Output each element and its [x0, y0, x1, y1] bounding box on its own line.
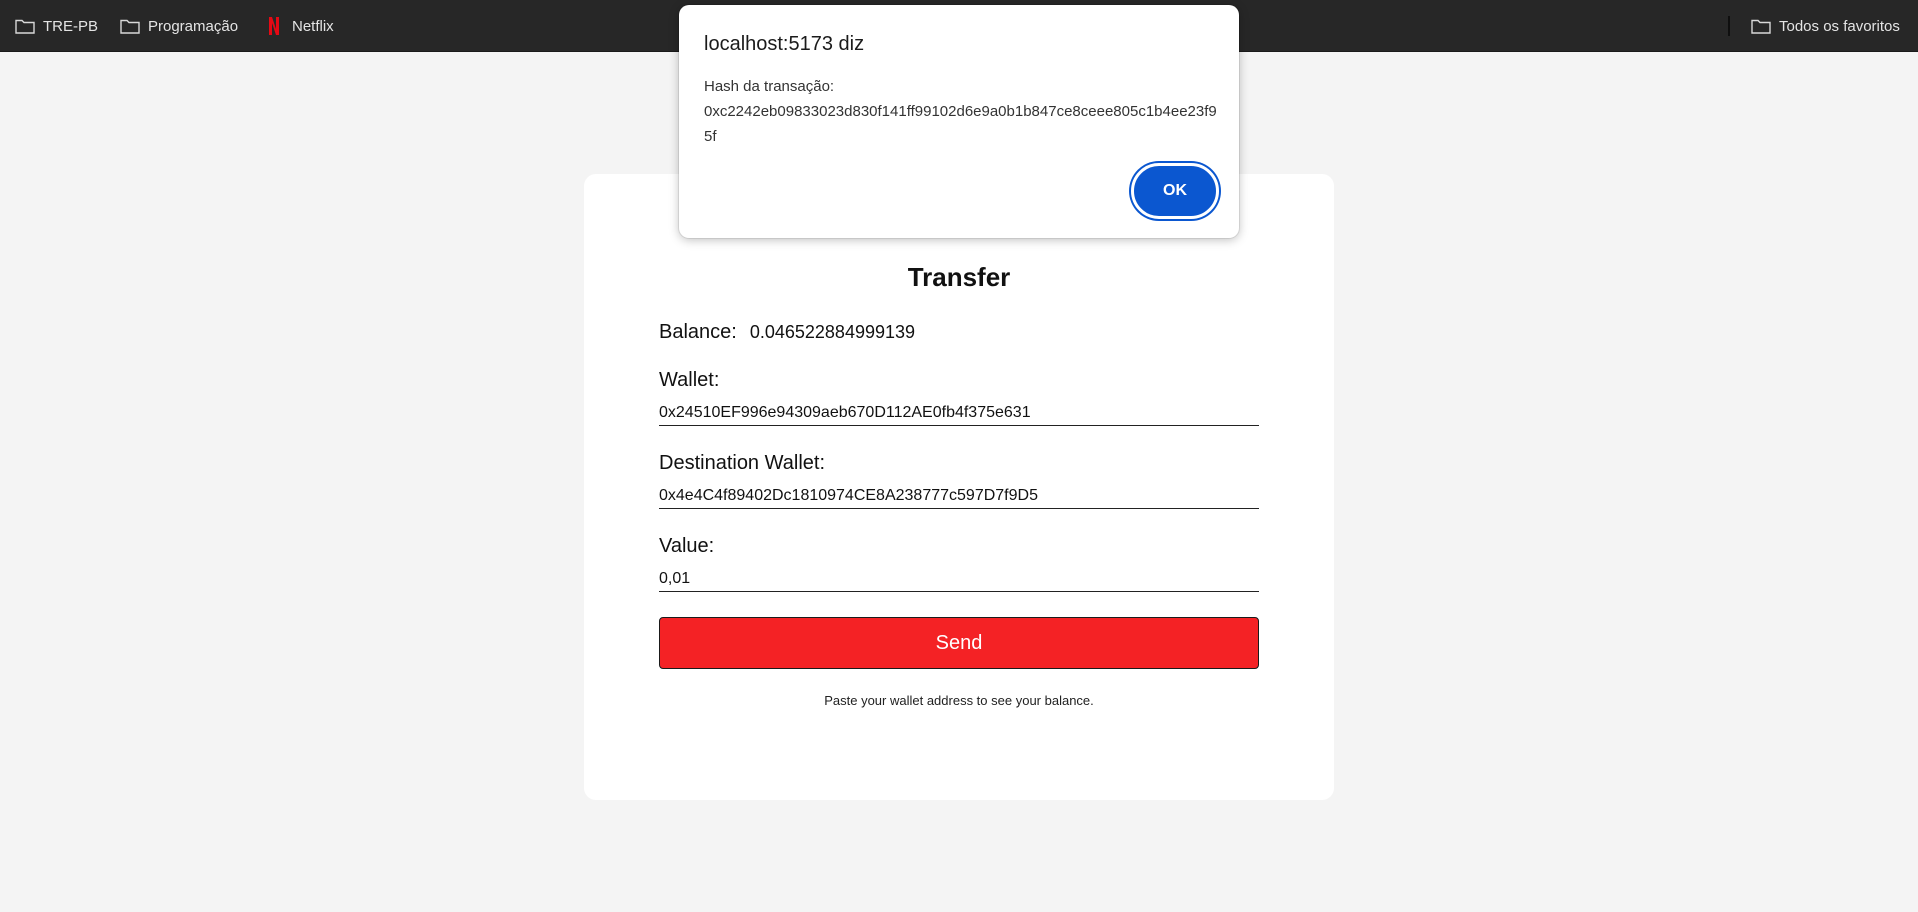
bookmarks-divider: [1728, 16, 1730, 36]
all-bookmarks-label: Todos os favoritos: [1779, 17, 1900, 35]
balance-value: 0.046522884999139: [749, 322, 916, 342]
alert-dialog: localhost:5173 diz Hash da transação: 0x…: [679, 5, 1239, 238]
balance-row: Balance: 0.046522884999139: [659, 321, 915, 344]
wallet-label: Wallet:: [659, 369, 720, 391]
balance-hint: Paste your wallet address to see your ba…: [824, 693, 1094, 708]
transfer-card: Transfer Balance: 0.046522884999139 Wall…: [584, 174, 1334, 800]
wallet-input[interactable]: [659, 396, 1259, 426]
ok-button[interactable]: OK: [1131, 163, 1219, 219]
send-button[interactable]: Send: [659, 617, 1259, 669]
netflix-icon: [268, 16, 280, 36]
bookmark-label: TRE-PB: [43, 17, 99, 35]
bookmark-programacao[interactable]: Programação: [120, 14, 238, 38]
bookmark-tre-pb[interactable]: TRE-PB: [15, 14, 98, 38]
folder-icon: [15, 18, 35, 34]
dialog-message-label: Hash da transação:: [704, 78, 835, 95]
balance-label: Balance:: [659, 321, 737, 343]
transaction-hash: 0xc2242eb09833023d830f141ff99102d6e9a0b1…: [704, 103, 1217, 145]
value-label: Value:: [659, 535, 715, 557]
destination-wallet-input[interactable]: [659, 479, 1259, 509]
dialog-message: Hash da transação: 0xc2242eb09833023d830…: [704, 74, 1224, 149]
value-input[interactable]: [659, 562, 1259, 592]
destination-wallet-label: Destination Wallet:: [659, 452, 825, 474]
folder-icon: [1751, 18, 1771, 34]
folder-icon: [120, 18, 140, 34]
bookmark-netflix[interactable]: Netflix: [268, 14, 334, 38]
bookmark-label: Programação: [148, 17, 239, 35]
bookmark-label: Netflix: [292, 17, 334, 35]
transfer-title: Transfer: [907, 262, 1011, 292]
all-bookmarks-button[interactable]: Todos os favoritos: [1751, 14, 1900, 38]
dialog-title: localhost:5173 diz: [704, 33, 865, 55]
